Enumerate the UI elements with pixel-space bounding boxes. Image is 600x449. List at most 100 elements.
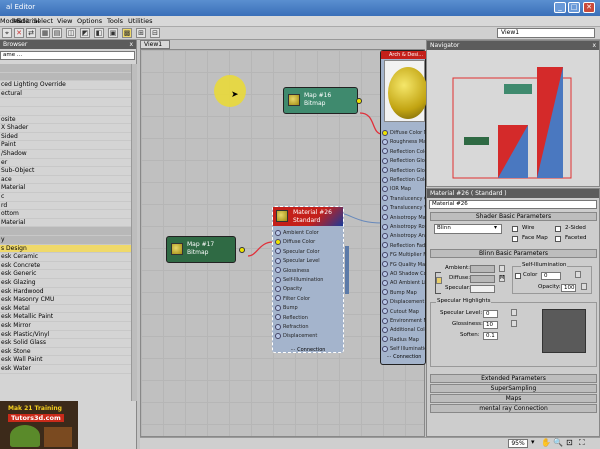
browser-list-item[interactable]: /Shadow (0, 150, 132, 159)
background-icon[interactable]: ▩ (122, 28, 132, 38)
browser-list-item[interactable]: esk Masonry CMU (0, 296, 132, 305)
browser-list-item[interactable]: esk Wall Paint (0, 356, 132, 365)
zoom-region-icon[interactable]: ⊡ (566, 438, 573, 447)
material26-slot[interactable]: Reflection (275, 314, 308, 323)
slot-socket-icon[interactable] (382, 204, 388, 211)
browser-list-item[interactable]: er (0, 159, 132, 168)
slot-socket-icon[interactable] (382, 326, 388, 333)
slot-socket-icon[interactable] (382, 270, 388, 277)
rollout-shader-basic[interactable]: Shader Basic Parameters (430, 212, 597, 221)
close-button[interactable]: ✕ (583, 2, 595, 13)
browser-list-item[interactable]: Paint (0, 141, 132, 150)
lock-icon[interactable] (436, 277, 442, 284)
assign-material-icon[interactable]: ▦ (40, 28, 50, 38)
menu-edit[interactable]: Edit (17, 17, 30, 25)
self-illum-color-checkbox[interactable] (515, 273, 521, 279)
browser-search-input[interactable]: ame ... (0, 51, 135, 60)
arch-slot[interactable]: Reflection Fade... (382, 242, 426, 251)
slot-socket-icon[interactable] (382, 298, 388, 305)
browser-list-item[interactable]: esk Ceramic (0, 253, 132, 262)
put-library-icon[interactable]: ◩ (80, 28, 90, 38)
glossiness-value[interactable]: 10 (483, 321, 498, 329)
tab-view1[interactable]: View1 (140, 40, 170, 49)
slot-socket-icon[interactable] (275, 304, 281, 311)
slot-socket-icon[interactable] (382, 232, 388, 239)
spec-level-value[interactable]: 0 (483, 310, 498, 318)
grid-icon[interactable]: ⊟ (150, 28, 160, 38)
slot-socket-icon[interactable] (275, 295, 281, 302)
copy-icon[interactable]: ◫ (66, 28, 76, 38)
browser-list-item[interactable]: esk Concrete (0, 262, 132, 271)
browser-list-item[interactable]: rd (0, 202, 132, 211)
arch-slot[interactable]: FG Multiplier Map (382, 251, 426, 260)
arch-slot[interactable]: Additional Colo... (382, 326, 426, 335)
menu-tools[interactable]: Tools (107, 17, 123, 25)
shader-select[interactable]: Blinn (434, 224, 502, 234)
node-map16[interactable]: Map #16 Bitmap (283, 87, 362, 114)
rollout-mental-ray[interactable]: mental ray Connection (430, 404, 597, 413)
arch-slot[interactable]: Reflection Glos... (382, 167, 426, 176)
slot-socket-icon[interactable] (382, 261, 388, 268)
material26-slot[interactable]: Bump (275, 304, 298, 313)
browser-list-item[interactable]: Material (0, 219, 132, 228)
slot-socket-icon[interactable] (382, 289, 388, 296)
slot-socket-icon[interactable] (275, 314, 281, 321)
glossiness-map-button[interactable] (511, 320, 517, 327)
browser-list-item[interactable]: Material (0, 184, 132, 193)
maximize-button[interactable]: □ (568, 2, 580, 13)
slot-socket-icon[interactable] (275, 332, 281, 339)
slot-socket-icon[interactable] (382, 345, 388, 352)
material26-slot[interactable]: Diffuse Color (275, 238, 315, 247)
arch-slot[interactable]: Anisotropy Rota... (382, 223, 426, 232)
browser-group-header[interactable] (0, 64, 132, 73)
browser-list-item[interactable]: esk Mirror (0, 322, 132, 331)
browser-list-item[interactable]: esk Plastic/Vinyl (0, 331, 132, 340)
rollout-maps[interactable]: Maps (430, 394, 597, 403)
rollout-blinn-basic[interactable]: Blinn Basic Parameters (430, 249, 597, 258)
arch-slot[interactable]: Environment M... (382, 317, 426, 326)
slot-socket-icon[interactable] (382, 223, 388, 230)
browser-list-item[interactable]: esk Stone (0, 348, 132, 357)
menu-utilities[interactable]: Utilities (128, 17, 152, 25)
rollout-supersampling[interactable]: SuperSampling (430, 384, 597, 393)
arch-slot[interactable]: Radius Map (382, 336, 426, 345)
arch-slot[interactable]: AO Shadow Co... (382, 270, 426, 279)
self-illum-value[interactable]: 0 (541, 272, 561, 280)
browser-list-item[interactable] (0, 107, 132, 116)
browser-list-item[interactable]: X Shader (0, 124, 132, 133)
map16-output-socket[interactable] (356, 98, 362, 104)
slot-socket-icon[interactable] (275, 229, 281, 236)
map17-output-socket[interactable] (239, 247, 245, 253)
slot-socket-icon[interactable] (382, 176, 388, 183)
arch-slot[interactable]: Self Illumination (382, 345, 426, 354)
slot-socket-icon[interactable] (275, 257, 281, 264)
browser-list-item[interactable]: ace (0, 176, 132, 185)
move-children-icon[interactable]: ⇄ (26, 28, 36, 38)
slot-socket-icon[interactable] (382, 279, 388, 286)
browser-close-icon[interactable]: x (129, 40, 133, 49)
slot-socket-icon[interactable] (382, 157, 388, 164)
browser-list-item[interactable]: esk Water (0, 365, 132, 374)
arch-slot[interactable]: Diffuse Color M... (382, 129, 426, 138)
node-map17[interactable]: Map #17 Bitmap (166, 236, 245, 263)
material26-slot[interactable]: Opacity (275, 285, 302, 294)
arch-slot[interactable]: Bump Map (382, 289, 426, 298)
slot-socket-icon[interactable] (382, 317, 388, 324)
slot-socket-icon[interactable] (382, 167, 388, 174)
zoom-level[interactable]: 95% (508, 439, 528, 448)
ambient-swatch[interactable] (470, 265, 495, 273)
browser-list-item[interactable]: osite (0, 116, 132, 125)
browser-list-item[interactable]: esk Metallic Paint (0, 313, 132, 322)
material-name-field[interactable]: Material #26 (429, 200, 597, 209)
arch-slot[interactable]: AO Ambient Lig... (382, 279, 426, 288)
menu-select[interactable]: Select (33, 17, 53, 25)
slot-socket-icon[interactable] (275, 276, 281, 283)
arch-slot[interactable]: Displacement M... (382, 298, 426, 307)
slot-socket-icon[interactable] (275, 285, 281, 292)
slot-socket-icon[interactable] (382, 251, 388, 258)
browser-list-item[interactable]: Sub-Object (0, 167, 132, 176)
browser-list-item[interactable]: esk Generic (0, 270, 132, 279)
slot-socket-icon[interactable] (382, 148, 388, 155)
diffuse-map-button[interactable]: M (499, 275, 505, 282)
arch-slot[interactable]: IOR Map (382, 185, 426, 194)
